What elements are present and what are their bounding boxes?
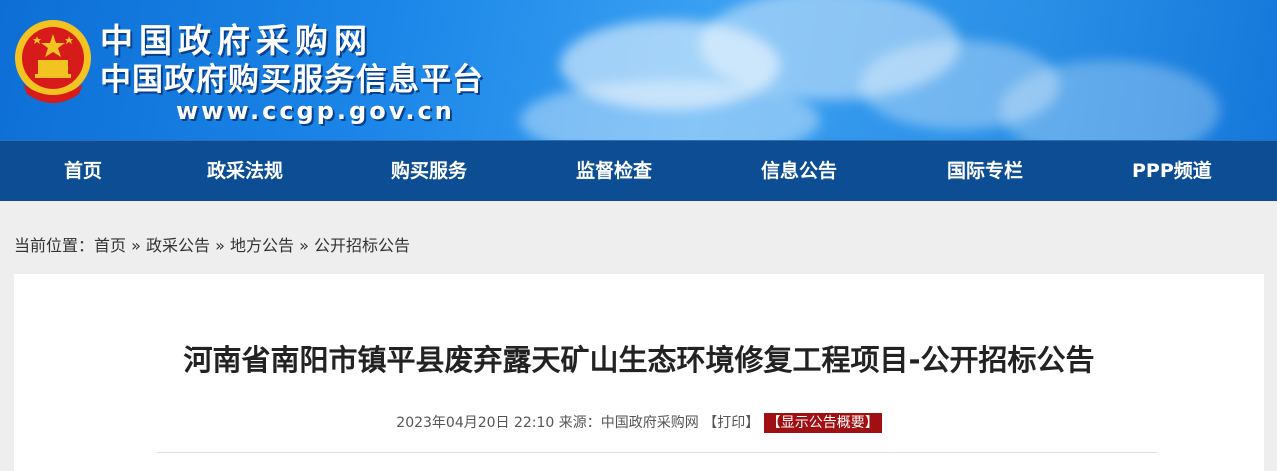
nav-item-services[interactable]: 购买服务 [391,141,467,201]
nav-item-regulations[interactable]: 政采法规 [207,141,283,201]
breadcrumb-prefix: 当前位置： [14,236,95,255]
article-source: 中国政府采购网 [600,415,699,431]
breadcrumb-local-notices[interactable]: 地方公告 [230,236,294,255]
print-link[interactable]: 【打印】 [703,415,759,431]
site-header-banner: 中国政府采购网 中国政府购买服务信息平台 www.ccgp.gov.cn [0,0,1277,140]
nav-item-home[interactable]: 首页 [64,141,102,201]
breadcrumb: 当前位置：首页 » 政采公告 » 地方公告 » 公开招标公告 [14,234,410,258]
article-source-label: 来源： [558,415,601,431]
divider [157,452,1157,453]
article-datetime: 2023年04月20日 22:10 [396,415,555,431]
nav-item-notices[interactable]: 信息公告 [761,141,837,201]
article-title: 河南省南阳市镇平县废弃露天矿山生态环境修复工程项目-公开招标公告 [183,343,1095,377]
nav-item-supervision[interactable]: 监督检查 [576,141,652,201]
breadcrumb-separator: » [215,236,225,255]
national-emblem-icon [15,20,91,103]
article-panel: 河南省南阳市镇平县废弃露天矿山生态环境修复工程项目-公开招标公告 2023年04… [14,274,1264,471]
main-nav: 首页 政采法规 购买服务 监督检查 信息公告 国际专栏 PPP频道 [0,140,1277,201]
breadcrumb-separator: » [299,236,309,255]
nav-item-international[interactable]: 国际专栏 [947,141,1023,201]
breadcrumb-procurement-notices[interactable]: 政采公告 [146,236,210,255]
breadcrumb-open-tender-notices[interactable]: 公开招标公告 [314,236,410,255]
nav-item-ppp[interactable]: PPP频道 [1132,141,1212,201]
site-subtitle: 中国政府购买服务信息平台 [100,62,484,98]
breadcrumb-home[interactable]: 首页 [94,236,126,255]
site-name: 中国政府采购网 [100,21,373,60]
show-summary-button[interactable]: 【显示公告概要】 [763,413,882,433]
article-meta: 2023年04月20日 22:10 来源：中国政府采购网 【打印】 【显示公告概… [14,413,1264,433]
breadcrumb-separator: » [131,236,141,255]
site-url: www.ccgp.gov.cn [176,97,455,125]
